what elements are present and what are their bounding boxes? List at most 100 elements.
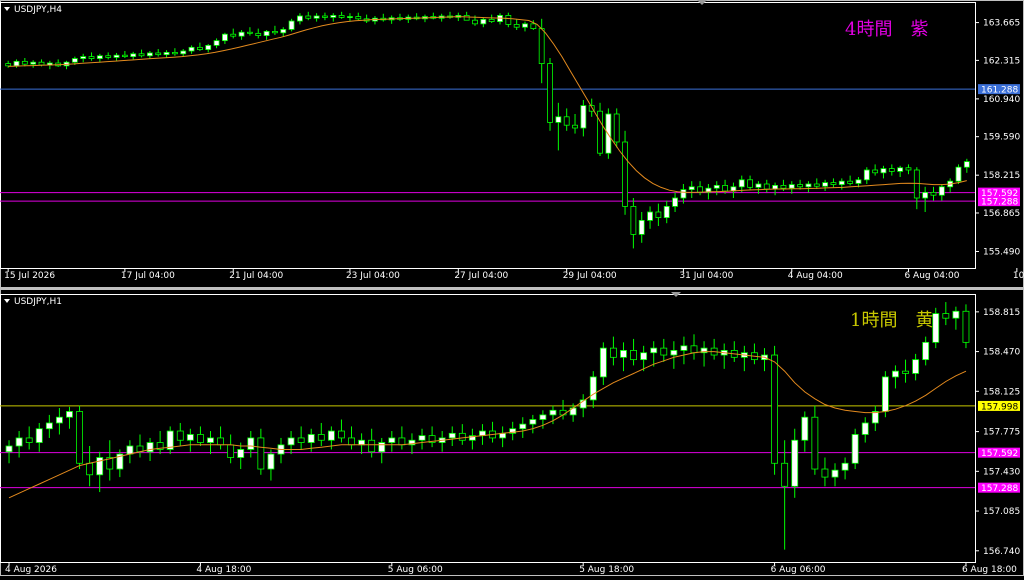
h1-y-tick-label: 158.470 [983, 348, 1020, 358]
h4-x-tick-label: 29 Jul 04:00 [563, 271, 617, 281]
h4-dropdown-icon[interactable] [4, 7, 10, 11]
h1-x-tick-label: 5 Aug 06:00 [388, 565, 443, 575]
h1-candle-body [207, 437, 214, 443]
h1-candle-body [912, 359, 920, 374]
h4-candle-body [555, 116, 562, 123]
h1-candle-body [327, 430, 335, 441]
h4-candle-body [130, 53, 137, 57]
h1-candle-body [338, 430, 345, 439]
h1-candle-body [831, 469, 839, 478]
h1-candle-body [690, 345, 698, 354]
h4-candle-body [180, 50, 187, 55]
h4-candle-body [272, 30, 278, 34]
h4-candle-body [663, 205, 670, 218]
h1-candle-body [811, 416, 819, 470]
h4-y-tick-label: 156.865 [983, 209, 1020, 219]
h4-candle-body [872, 169, 879, 174]
h1-candle-body [559, 409, 567, 416]
h4-x-tick-label: 31 Jul 04:00 [679, 271, 733, 281]
h4-y-tick-label: 159.590 [983, 133, 1020, 143]
h1-annotation: 1時間 黄 [850, 310, 933, 331]
h4-x-tick-label: 17 Jul 04:00 [121, 271, 175, 281]
h4-title: USDJPY,H4 [14, 5, 62, 15]
chart-canvas[interactable]: USDJPY,H4 4時間 紫 163.665 162.315 160.940 159.5… [0, 0, 1024, 576]
h1-candle-body [297, 437, 305, 443]
h1-candle-body [932, 313, 940, 343]
h1-candle-body [871, 411, 879, 424]
h4-candle-body [788, 184, 795, 189]
h1-candle-body [388, 437, 396, 443]
h4-candle-body [222, 33, 228, 42]
h4-candle-body [138, 53, 145, 57]
h4-candle-body [305, 15, 312, 19]
h4-candle-body [38, 61, 45, 66]
h4-candle-body [655, 211, 662, 218]
h1-candle-body [237, 449, 245, 458]
h4-candle-body [797, 184, 804, 188]
h4-candle-body [897, 167, 904, 172]
h4-candle-body [205, 45, 212, 51]
h4-candle-body [488, 18, 495, 23]
h4-candle-body [855, 179, 862, 184]
h1-candle-body [186, 434, 194, 441]
h1-candle-body [620, 350, 627, 358]
h1-candle-body [348, 437, 355, 446]
h4-candle-body [813, 183, 820, 187]
h4-candle-body [21, 60, 28, 65]
h1-x-tick-label: 6 Aug 18:00 [962, 565, 1017, 575]
h1-x-tick-label: 6 Aug 06:00 [771, 565, 826, 575]
h1-candle-body [529, 419, 537, 425]
h4-x-tick-label: 27 Jul 04:00 [454, 271, 508, 281]
h4-candle-body [772, 184, 778, 190]
h4-candle-body [13, 60, 20, 67]
h4-candle-body [105, 55, 112, 58]
h1-y-tick-label: 158.125 [983, 387, 1020, 397]
h4-candle-body [230, 33, 237, 37]
h4-candle-body [572, 124, 578, 129]
h4-annotation: 4時間 紫 [845, 19, 928, 40]
h4-y-tick-label: 158.215 [983, 171, 1020, 181]
h4-candle-body [538, 28, 545, 65]
h4-x-tick-label: 23 Jul 04:00 [346, 271, 400, 281]
h4-y-tick-label: 155.490 [983, 247, 1020, 257]
chart-window[interactable]: USDJPY,H4 4時間 紫 163.665 162.315 160.940 159.5… [0, 0, 1024, 576]
panel-separator[interactable] [0, 287, 1024, 290]
h4-y-tick-label: 163.665 [983, 19, 1020, 29]
h4-candle-body [163, 52, 170, 56]
h1-price-label: 157.592 [981, 449, 1018, 459]
h4-candle-body [847, 180, 854, 184]
h1-candle-body [942, 313, 950, 319]
h4-y-tick-label: 162.315 [983, 56, 1020, 66]
h1-candle-body [267, 453, 275, 470]
h4-candle-body [613, 113, 620, 143]
h1-candle-body [962, 310, 970, 343]
h1-candle-body [902, 370, 909, 374]
h1-candle-body [35, 428, 43, 443]
h4-candle-body [247, 31, 253, 34]
h1-candle-body [589, 376, 597, 401]
h1-candle-body [55, 416, 63, 424]
h4-candle-body [121, 54, 128, 58]
h1-candle-body [307, 434, 315, 443]
h1-candle-body [448, 432, 456, 439]
h1-candle-body [458, 432, 466, 441]
h4-candle-body [838, 180, 845, 185]
h1-candle-body [599, 347, 607, 378]
h1-candle-body [317, 434, 325, 441]
h1-dropdown-icon[interactable] [4, 299, 10, 303]
h4-candle-body [938, 186, 945, 196]
h1-candle-body [609, 347, 617, 358]
h4-candle-body [480, 18, 487, 25]
h1-y-tick-label: 156.740 [983, 547, 1020, 557]
h1-candle-body [670, 350, 678, 356]
h1-x-tick-label: 5 Aug 18:00 [579, 565, 634, 575]
h1-candle-body [952, 310, 960, 319]
h1-candle-body [247, 437, 255, 450]
h1-candle-body [640, 352, 648, 361]
h4-candle-body [472, 19, 478, 25]
h4-candle-body [463, 15, 470, 21]
h4-candle-body [196, 46, 203, 51]
h4-x-tick-label: 15 Jul 2026 [4, 271, 55, 281]
h4-candle-body [688, 186, 695, 191]
h4-candle-body [580, 105, 587, 129]
